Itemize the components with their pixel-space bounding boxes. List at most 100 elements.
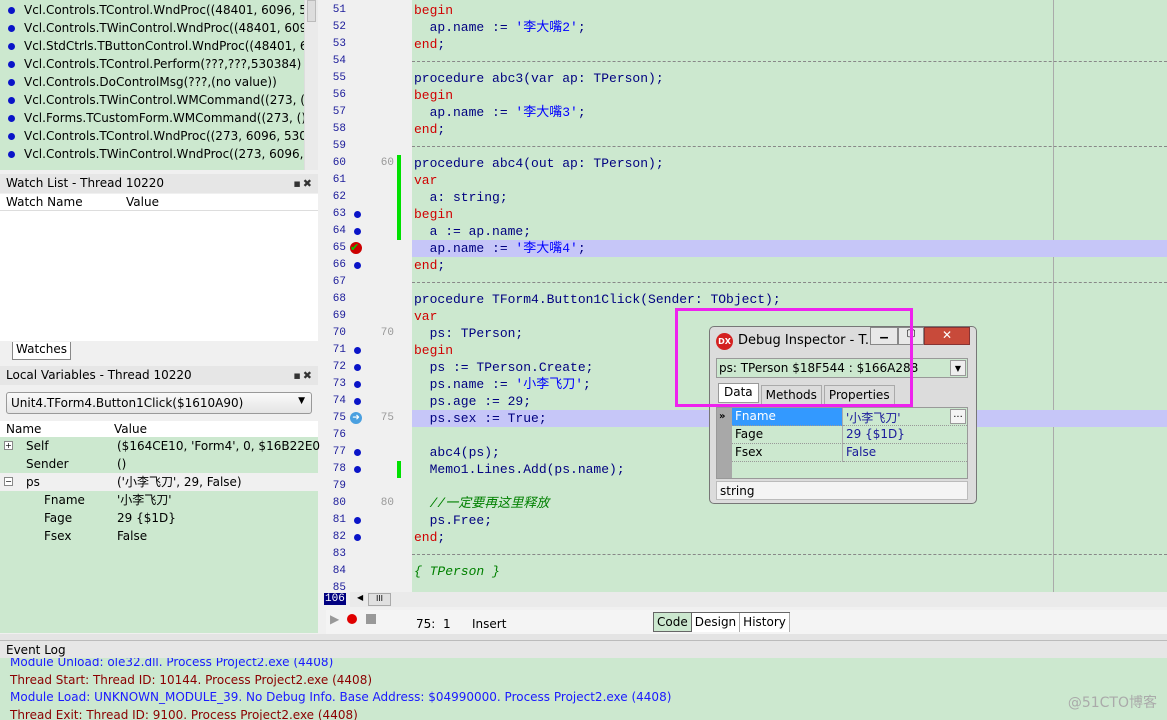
tab-code[interactable]: Code	[653, 613, 692, 632]
close-button[interactable]: ✕	[924, 327, 970, 345]
code-line[interactable]: procedure TForm4.Button1Click(Sender: TO…	[412, 291, 1167, 308]
tab-history[interactable]: History	[740, 613, 790, 632]
breakpoint-dot-icon[interactable]	[354, 398, 361, 405]
breakpoint-dot-icon[interactable]	[354, 211, 361, 218]
code-line[interactable]: end;	[412, 121, 1167, 138]
code-line[interactable]	[412, 580, 1167, 592]
locals-header: Local Variables - Thread 10220 ▪✖	[0, 366, 318, 385]
play-icon[interactable]: ▶	[330, 612, 339, 626]
breakpoint-dot-icon[interactable]	[354, 466, 361, 473]
call-stack-item[interactable]: Vcl.Controls.TWinControl.WndProc((48401,…	[0, 19, 304, 37]
breakpoint-dot-icon[interactable]	[354, 534, 361, 541]
watch-list-body[interactable]	[0, 211, 318, 341]
code-line[interactable]: a: string;	[412, 189, 1167, 206]
inspector-field-name[interactable]: Fsex	[732, 444, 843, 462]
local-variable-row[interactable]: Sender ()	[0, 455, 318, 473]
local-variable-row[interactable]: Fage 29 {$1D}	[0, 509, 318, 527]
call-stack-item[interactable]: Vcl.StdCtrls.TButtonControl.WndProc((484…	[0, 37, 304, 55]
line-number: 78	[332, 463, 346, 475]
tab-data[interactable]: Data	[718, 383, 759, 403]
call-stack-item[interactable]: Vcl.Controls.TWinControl.WMCommand((273,…	[0, 91, 304, 109]
inspector-field-name[interactable]: Fname	[732, 408, 843, 426]
breakpoint-dot-icon[interactable]	[354, 228, 361, 235]
breakpoint-dot-icon[interactable]	[354, 449, 361, 456]
watch-col-value[interactable]: Value	[120, 194, 159, 210]
code-token: ap.name :=	[414, 20, 516, 35]
breakpoint-dot-icon[interactable]	[354, 262, 361, 269]
code-line[interactable]: ap.name := '李大嘴4';	[412, 240, 1167, 257]
call-stack-item[interactable]: Vcl.Controls.TWinControl.WndProc((273, 6…	[0, 145, 304, 163]
event-log-line[interactable]: Module Load: UNKNOWN_MODULE_39. No Debug…	[10, 690, 671, 704]
maximize-button[interactable]: ▢	[898, 327, 924, 345]
breakpoint-dot-icon	[8, 25, 15, 32]
record-icon[interactable]	[347, 614, 357, 624]
inspector-field-value[interactable]: 29 {$1D}	[843, 426, 967, 444]
line-number: 51	[332, 4, 346, 16]
watch-col-name[interactable]: Watch Name	[0, 194, 120, 210]
code-line[interactable]: var	[412, 308, 1167, 325]
breakpoint-check-icon[interactable]: ✔	[350, 242, 362, 254]
local-variable-row[interactable]: Fname '小李飞刀'	[0, 491, 318, 509]
breakpoint-dot-icon[interactable]	[354, 517, 361, 524]
call-stack-item[interactable]: Vcl.Controls.TControl.WndProc((273, 6096…	[0, 127, 304, 145]
scroll-left-icon[interactable]: ◀	[357, 593, 363, 602]
tab-properties[interactable]: Properties	[823, 385, 895, 405]
line-number: 82	[332, 531, 346, 543]
variable-name: ps	[26, 475, 40, 489]
collapse-icon[interactable]: −	[4, 477, 13, 486]
code-token: procedure abc3(var ap: TPerson);	[414, 71, 664, 86]
code-line[interactable]: end;	[412, 529, 1167, 546]
call-stack-item[interactable]: Vcl.Controls.TControl.Perform(???,???,53…	[0, 55, 304, 73]
local-variable-row[interactable]: Fsex False	[0, 527, 318, 545]
watches-tab[interactable]: Watches	[12, 342, 71, 360]
code-line[interactable]: var	[412, 172, 1167, 189]
stop-icon[interactable]	[366, 614, 376, 624]
code-line[interactable]: end;	[412, 36, 1167, 53]
local-variable-row[interactable]: − ps ('小李飞刀', 29, False)	[0, 473, 318, 491]
code-line[interactable]: begin	[412, 206, 1167, 223]
call-stack-text: Vcl.Controls.TControl.WndProc((48401, 60…	[24, 3, 304, 17]
call-stack-item[interactable]: Vcl.Controls.TControl.WndProc((48401, 60…	[0, 1, 304, 19]
event-log[interactable]: Module Unload: ole32.dll. Process Projec…	[0, 658, 1167, 720]
pin-close-icons[interactable]: ▪✖	[293, 176, 314, 191]
frame-select[interactable]: Unit4.TForm4.Button1Click($1610A90) ▼	[6, 392, 312, 414]
call-stack-item[interactable]: Vcl.Forms.TCustomForm.WMCommand((273, ()…	[0, 109, 304, 127]
breakpoint-dot-icon[interactable]	[354, 381, 361, 388]
call-stack-scrollbar[interactable]	[304, 0, 318, 170]
locals-col-name[interactable]: Name	[0, 421, 108, 437]
call-stack-item[interactable]: Vcl.Controls.DoControlMsg(???,(no value)…	[0, 73, 304, 91]
inspector-field-value[interactable]: '小李飞刀'	[843, 408, 967, 426]
breakpoint-dot-icon[interactable]	[354, 364, 361, 371]
tab-methods[interactable]: Methods	[760, 385, 822, 405]
inspector-field-value[interactable]: False	[843, 444, 967, 462]
code-line[interactable]: ap.name := '李大嘴3';	[412, 104, 1167, 121]
code-line[interactable]: ap.name := '李大嘴2';	[412, 19, 1167, 36]
chevron-down-icon[interactable]: ▼	[950, 360, 966, 376]
breakpoint-dot-icon[interactable]	[354, 347, 361, 354]
code-line[interactable]: procedure abc3(var ap: TPerson);	[412, 70, 1167, 87]
event-log-line[interactable]: Thread Exit: Thread ID: 9100. Process Pr…	[10, 708, 358, 720]
expand-icon[interactable]: +	[4, 441, 13, 450]
debug-inspector-window[interactable]: DX Debug Inspector - T... ▁ ▢ ✕ ps: TPer…	[709, 326, 977, 504]
event-log-line[interactable]: Module Unload: ole32.dll. Process Projec…	[10, 658, 333, 669]
horizontal-scrollbar[interactable]: ◀ III	[350, 592, 1167, 607]
code-line[interactable]: begin	[412, 2, 1167, 19]
event-log-line[interactable]: Thread Start: Thread ID: 10144. Process …	[10, 673, 372, 687]
code-line[interactable]: ps.Free;	[412, 512, 1167, 529]
splitter[interactable]	[0, 634, 1167, 641]
expression-select[interactable]: ps: TPerson $18F544 : $166A288 ▼	[716, 358, 968, 378]
inspector-field-name[interactable]: Fage	[732, 426, 843, 444]
pin-close-icons[interactable]: ▪✖	[293, 368, 314, 383]
breakpoint-dot-icon	[8, 7, 15, 14]
locals-col-value[interactable]: Value	[108, 421, 147, 437]
code-line[interactable]: begin	[412, 87, 1167, 104]
code-line[interactable]: procedure abc4(out ap: TPerson);	[412, 155, 1167, 172]
inspector-grid[interactable]: » ... Fname '小李飞刀' Fage 29 {$1D} Fsex False	[716, 407, 968, 479]
call-stack-text: Vcl.Controls.TWinControl.WndProc((273, 6…	[24, 147, 304, 161]
tab-design[interactable]: Design	[692, 613, 741, 632]
minimize-button[interactable]: ▁	[870, 327, 898, 345]
code-line[interactable]: { TPerson }	[412, 563, 1167, 580]
code-line[interactable]: end;	[412, 257, 1167, 274]
code-line[interactable]: a := ap.name;	[412, 223, 1167, 240]
local-variable-row[interactable]: + Self ($164CE10, 'Form4', 0, $16B22E0, ni…	[0, 437, 353, 455]
